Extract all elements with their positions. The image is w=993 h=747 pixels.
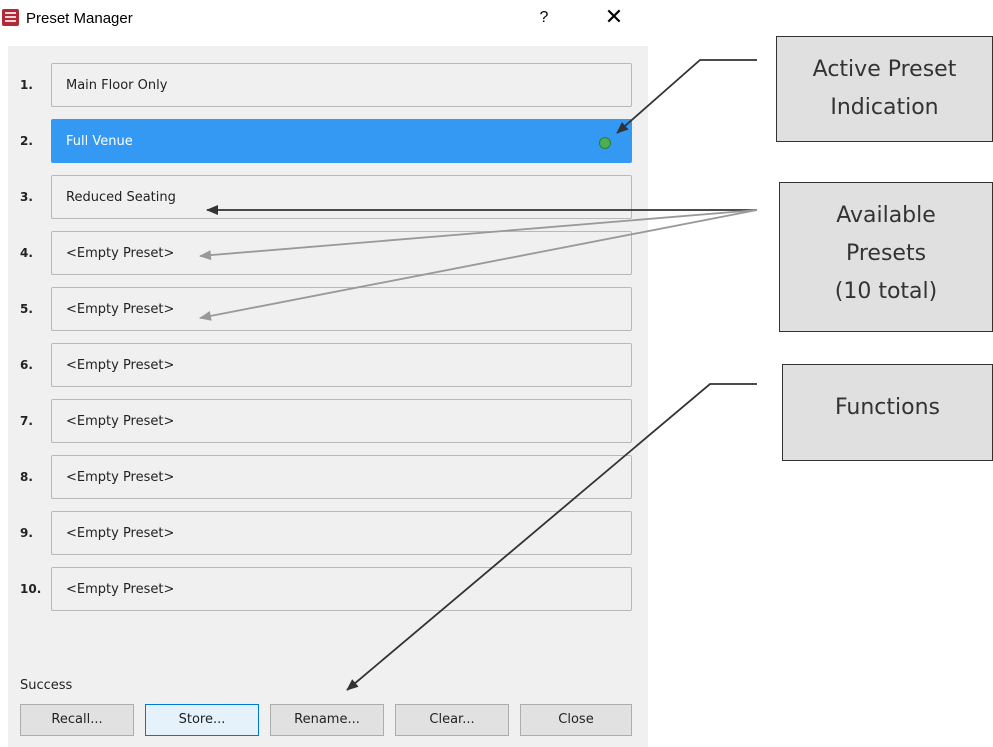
available-presets-arrow-gray <box>199 209 758 261</box>
callout-line: Indication <box>830 95 939 120</box>
active-preset-callout: Active Preset Indication <box>776 36 993 142</box>
functions-arrow <box>346 383 757 691</box>
callout-line: Available <box>836 203 936 228</box>
available-presets-arrow-gray <box>199 209 758 321</box>
callout-line: Active Preset <box>812 57 957 82</box>
available-presets-callout: Available Presets (10 total) <box>779 182 993 332</box>
callout-line: Functions <box>834 395 941 420</box>
active-preset-arrow <box>616 59 757 134</box>
callout-line: Presets <box>845 241 927 266</box>
callout-line: (10 total) <box>834 279 938 304</box>
functions-callout: Functions <box>782 364 993 461</box>
